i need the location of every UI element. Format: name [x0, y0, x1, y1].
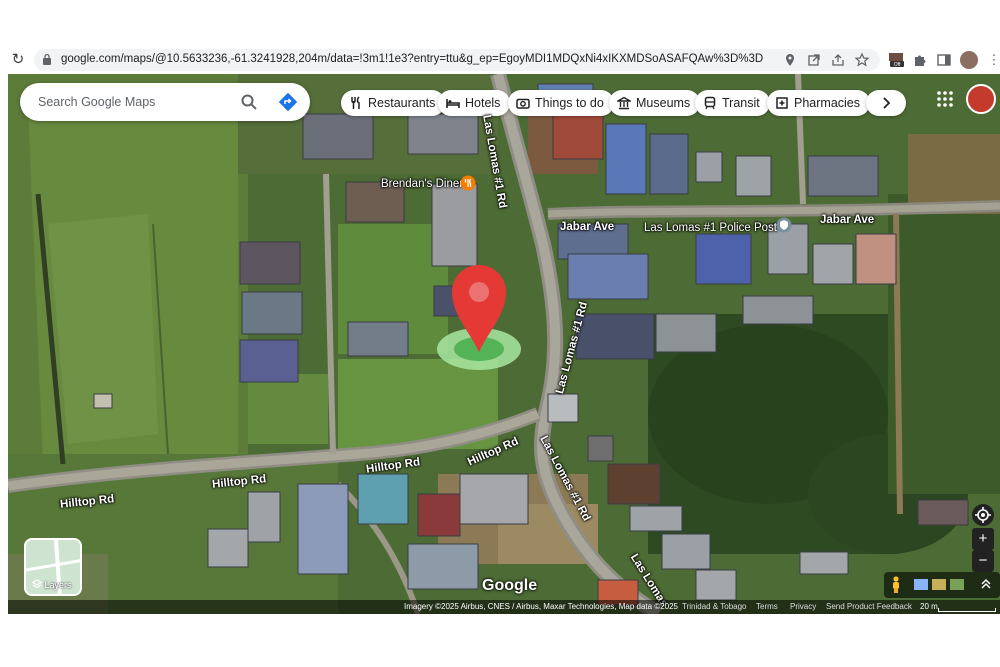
chip-label: Museums: [636, 96, 691, 110]
chip-label: Things to do: [535, 96, 604, 110]
sidebar-icon[interactable]: [936, 52, 952, 68]
street-label-jabar-ave: Jabar Ave: [560, 221, 615, 233]
bookmark-star-icon[interactable]: [854, 52, 870, 68]
directions-icon[interactable]: [278, 92, 298, 112]
imagery-thumb-terrain[interactable]: [932, 579, 946, 590]
police-station-marker-icon[interactable]: [776, 217, 792, 233]
browser-window: ↻ google.com/maps/@10.5633236,-61.324192…: [0, 0, 1000, 667]
fork-knife-icon: [351, 96, 360, 109]
satellite-imagery: [8, 74, 1000, 614]
zoom-out-button[interactable]: −: [972, 550, 994, 572]
search-box[interactable]: Search Google Maps: [20, 83, 310, 121]
location-icon[interactable]: [782, 52, 798, 68]
share-icon[interactable]: [830, 52, 846, 68]
kebab-menu-icon[interactable]: ⋮: [986, 52, 1000, 68]
chips-scroll-right-button[interactable]: [866, 90, 906, 116]
address-bar: ↻ google.com/maps/@10.5633236,-61.324192…: [0, 48, 1000, 72]
place-label-police-post[interactable]: Las Lomas #1 Police Post: [644, 222, 777, 234]
pegman-icon[interactable]: [890, 576, 902, 594]
imagery-thumb-map[interactable]: [914, 579, 928, 590]
extension-off-icon[interactable]: Off: [888, 52, 906, 68]
reload-icon[interactable]: ↻: [10, 51, 26, 69]
chip-label: Hotels: [465, 96, 501, 110]
map-footer: Imagery ©2025 Airbus, CNES / Airbus, Max…: [8, 600, 1000, 614]
my-location-icon: [975, 507, 991, 523]
search-icon[interactable]: [240, 93, 258, 111]
chip-label: Restaurants: [368, 96, 436, 110]
camera-icon: [516, 98, 530, 109]
svg-text:Off: Off: [894, 62, 901, 68]
url-box[interactable]: google.com/maps/@10.5633236,-61.3241928,…: [34, 49, 880, 71]
imagery-thumb-satellite[interactable]: [950, 579, 964, 590]
satellite-map[interactable]: Search Google Maps Restaurants Hotels Th…: [8, 74, 1000, 614]
terms-link[interactable]: Terms: [756, 602, 778, 611]
url-text: google.com/maps/@10.5633236,-61.3241928,…: [61, 53, 764, 65]
chip-label: Transit: [722, 96, 760, 110]
imagery-attribution: Imagery ©2025 Airbus, CNES / Airbus, Max…: [404, 602, 679, 611]
street-view-bar: [884, 572, 1000, 598]
restaurant-marker-icon[interactable]: [460, 175, 476, 191]
lock-icon: [43, 53, 51, 65]
privacy-link[interactable]: Privacy: [790, 602, 816, 611]
account-avatar[interactable]: [966, 84, 996, 114]
chip-restaurants[interactable]: Restaurants: [341, 90, 446, 116]
puzzle-extensions-icon[interactable]: [912, 52, 928, 68]
my-location-button[interactable]: [972, 504, 994, 526]
search-placeholder[interactable]: Search Google Maps: [38, 95, 155, 109]
open-in-app-icon[interactable]: [806, 52, 822, 68]
scale-label[interactable]: 20 m: [920, 602, 938, 611]
send-feedback-link[interactable]: Send Product Feedback: [826, 602, 912, 611]
zoom-in-button[interactable]: +: [972, 528, 994, 550]
chip-pharmacies[interactable]: Pharmacies: [767, 90, 870, 116]
chip-hotels[interactable]: Hotels: [438, 90, 511, 116]
chip-museums[interactable]: Museums: [609, 90, 701, 116]
google-apps-icon[interactable]: [936, 90, 954, 108]
chip-things-to-do[interactable]: Things to do: [508, 90, 614, 116]
chevron-right-icon: [883, 97, 891, 109]
layers-button[interactable]: Layers: [24, 538, 82, 596]
profile-avatar-icon[interactable]: [960, 51, 978, 69]
chip-transit[interactable]: Transit: [695, 90, 770, 116]
chip-label: Pharmacies: [794, 96, 860, 110]
region-link[interactable]: Trinidad & Tobago: [682, 602, 747, 611]
museum-icon: [617, 96, 631, 110]
pharmacy-icon: [776, 97, 788, 109]
scale-bar[interactable]: [938, 608, 996, 612]
street-label-jabar-ave: Jabar Ave: [820, 214, 875, 226]
layers-label: Layers: [44, 580, 72, 590]
expand-up-icon[interactable]: [980, 578, 992, 590]
bed-icon: [446, 99, 460, 108]
place-label-brendans-diner[interactable]: Brendan's Diner: [381, 178, 463, 190]
google-logo: Google: [482, 577, 538, 594]
train-icon: [704, 96, 716, 110]
